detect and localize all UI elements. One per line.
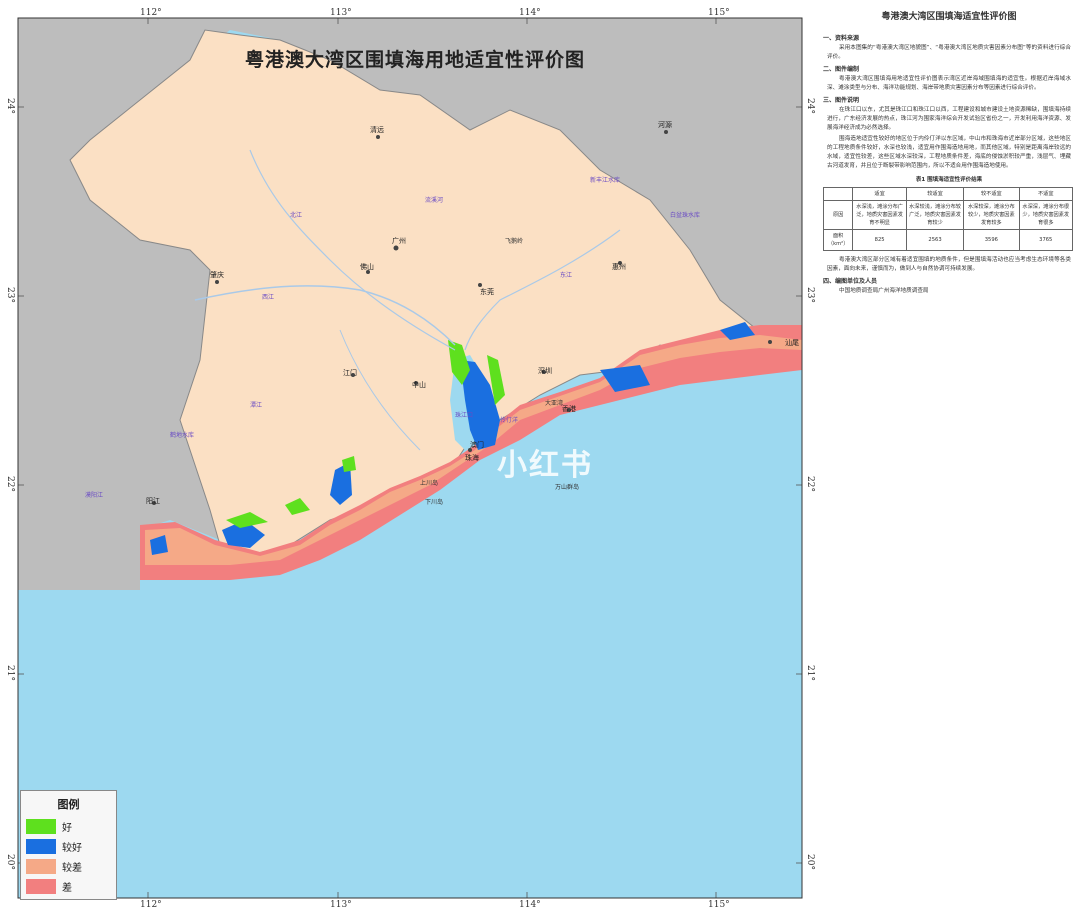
description-panel: 粤港澳大湾区围填海适宜性评价图 一、资料来源 采用本图集的“粤港澳大湾区地貌图”…: [822, 8, 1075, 908]
legend-label: 较好: [62, 842, 82, 854]
table-header: 不适宜: [1018, 187, 1074, 201]
paragraph: 在珠江口以东，尤其是珠江口和珠江口以西，工程建设和城市建设土地资源稀缺，围填海持…: [827, 107, 1071, 131]
lat-tick: 21°: [805, 665, 815, 681]
place-label: 大亚湾: [545, 400, 564, 407]
river-label: 东江: [560, 272, 573, 279]
legend-title: 图例: [57, 798, 80, 811]
legend-item: 较差: [21, 856, 116, 876]
paragraph: 粤港澳大湾区围填海用地适宜性评价图表示湾区近岸海域围填海的适宜性。根据近岸海域水…: [827, 76, 1071, 91]
lat-tick: 23°: [5, 287, 15, 303]
city-label: 香港: [562, 405, 576, 413]
lat-tick: 22°: [805, 476, 815, 492]
city-label: 澳门: [470, 441, 484, 449]
table-row: 原因 水深浅，滩涂分布广泛，地质灾害因素发育不明显 水深较浅，滩涂分布较广泛，地…: [822, 200, 1074, 230]
city-label: 中山: [412, 381, 426, 389]
river-label: 潭江: [250, 402, 263, 409]
place-label: 上川岛: [420, 480, 439, 487]
legend-item: 好: [21, 816, 116, 836]
river-label: 伶仃洋: [500, 417, 519, 424]
river-label: 新丰江水库: [590, 177, 621, 184]
table-caption: 表1 围填海适宜性评价结果: [915, 177, 983, 183]
table-header: 较适宜: [905, 187, 965, 201]
place-label: 下川岛: [425, 499, 444, 506]
legend-label: 好: [62, 822, 72, 834]
table-cell: 水深较深，滩涂分布较少，地质灾害因素发育较多: [963, 200, 1020, 230]
lon-tick: 115°: [708, 900, 730, 910]
legend: 图例 好 较好 较差 差: [20, 790, 117, 900]
table-cell: 面积（km²）: [822, 229, 854, 251]
table-row: 面积（km²） 825 2563 3596 3765: [822, 229, 1074, 251]
lon-tick: 114°: [519, 900, 541, 910]
table-cell: 水深浅，滩涂分布广泛，地质灾害因素发育不明显: [852, 200, 907, 230]
lon-tick: 115°: [708, 8, 730, 18]
lat-tick: 24°: [805, 98, 815, 114]
city-label: 江门: [343, 369, 357, 377]
city-label: 佛山: [360, 263, 374, 271]
evaluation-table: 适宜 较适宜 较不适宜 不适宜 原因 水深浅，滩涂分布广泛，地质灾害因素发育不明…: [822, 187, 1074, 251]
map-canvas: [17, 17, 803, 899]
lon-tick: 114°: [519, 8, 541, 18]
legend-swatch: [26, 858, 56, 874]
table-header: [822, 187, 854, 201]
section-heading: 一、资料来源: [823, 35, 860, 42]
legend-swatch: [26, 838, 56, 854]
city-label: 肇庆: [210, 271, 224, 279]
river-label: 珠江口: [455, 412, 474, 419]
legend-label: 差: [62, 882, 72, 894]
city-label: 东莞: [480, 288, 494, 296]
city-label: 河源: [658, 121, 672, 129]
city-label: 汕尾: [785, 339, 799, 347]
map-title: 粤港澳大湾区围填海用地适宜性评价图: [245, 49, 586, 71]
river-label: 北江: [290, 212, 303, 219]
table-header: 适宜: [852, 187, 907, 201]
place-label: 飞鹅岭: [505, 238, 524, 245]
city-label: 珠海: [465, 454, 479, 462]
legend-swatch: [26, 878, 56, 894]
city-label: 深圳: [538, 367, 552, 375]
section-heading: 四、编图单位及人员: [823, 278, 878, 285]
section-heading: 二、图件编制: [823, 66, 860, 73]
panel-title: 粤港澳大湾区围填海适宜性评价图: [881, 12, 1017, 22]
section-heading: 三、图件说明: [823, 97, 860, 104]
lon-tick: 113°: [330, 8, 352, 18]
table-cell: 3765: [1018, 229, 1074, 251]
legend-item: 差: [21, 876, 116, 896]
table-cell: 3596: [963, 229, 1020, 251]
lon-tick: 113°: [330, 900, 352, 910]
river-label: 白盆珠水库: [670, 212, 701, 219]
lat-tick: 20°: [805, 854, 815, 870]
lat-tick: 20°: [5, 854, 15, 870]
city-label: 广州: [392, 237, 406, 245]
paragraph: 中国地质调查局广州海洋地质调查局: [839, 288, 929, 294]
river-label: 西江: [262, 294, 275, 301]
lat-tick: 23°: [805, 287, 815, 303]
table-cell: 水深较浅，滩涂分布较广泛，地质灾害因素发育较少: [905, 200, 965, 230]
table-cell: 原因: [822, 200, 854, 230]
lat-tick: 21°: [5, 665, 15, 681]
paragraph: 采用本图集的“粤港澳大湾区地貌图”、“粤港澳大湾区地质灾害因素分布图”等的资料进…: [827, 45, 1071, 60]
legend-label: 较差: [62, 862, 82, 874]
lon-tick: 112°: [140, 8, 162, 18]
paragraph: 粤港澳大湾区部分区域有着适宜围填的地质条件，但是围填海活动也应当考虑生态环境等各…: [827, 257, 1071, 272]
watermark: 小红书: [497, 448, 593, 483]
city-label: 惠州: [612, 263, 626, 271]
table-cell: 825: [852, 229, 907, 251]
river-label: 漠阳江: [85, 492, 104, 499]
table-cell: 水深深，滩涂分布很少，地质灾害因素发育很多: [1018, 200, 1074, 230]
legend-swatch: [26, 818, 56, 834]
table-header-row: 适宜 较适宜 较不适宜 不适宜: [822, 187, 1074, 201]
lon-tick: 112°: [140, 900, 162, 910]
table-header: 较不适宜: [963, 187, 1020, 201]
city-label: 清远: [370, 126, 384, 134]
river-label: 流溪河: [425, 197, 444, 204]
city-label: 阳江: [146, 497, 160, 505]
map-frame: 112° 113° 114° 115° 112° 113° 114° 115° …: [0, 0, 820, 916]
paragraph: 围海造地适宜性较好的地区位于内伶仃洋以东区域，中山市和珠海市近岸部分区域，这些地…: [827, 136, 1071, 169]
river-label: 鹤地水库: [170, 432, 195, 439]
table-cell: 2563: [905, 229, 965, 251]
lat-tick: 22°: [5, 476, 15, 492]
lat-tick: 24°: [5, 98, 15, 114]
legend-item: 较好: [21, 836, 116, 856]
